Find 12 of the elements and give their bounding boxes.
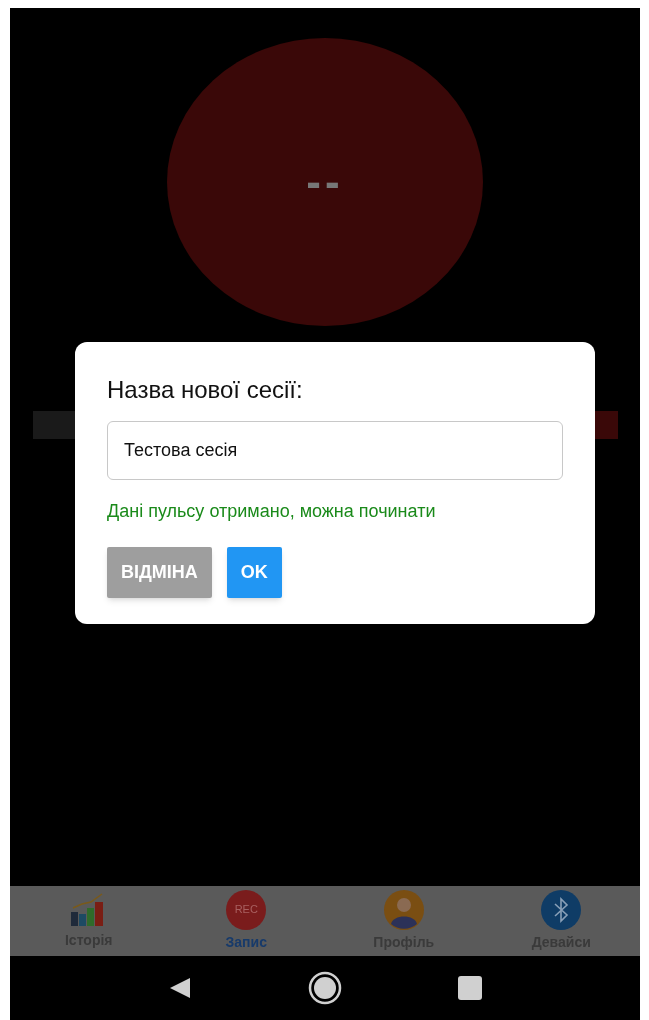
session-name-field[interactable]: Тестова сесія: [107, 421, 563, 480]
dialog-title: Назва нової сесії:: [107, 375, 304, 405]
user-avatar-icon: [383, 889, 424, 930]
back-icon[interactable]: [168, 976, 192, 1000]
ok-button[interactable]: OK: [226, 547, 282, 598]
tab[interactable]: REC Запис: [167, 886, 325, 956]
status-message: Дані пульсу отримано, можна починати: [107, 500, 437, 523]
cancel-button[interactable]: ВІДМІНА: [107, 547, 212, 598]
record-icon: REC: [226, 889, 267, 930]
bluetooth-icon: [541, 889, 582, 930]
home-icon[interactable]: [308, 971, 342, 1005]
pulse-reading: --: [306, 156, 344, 208]
